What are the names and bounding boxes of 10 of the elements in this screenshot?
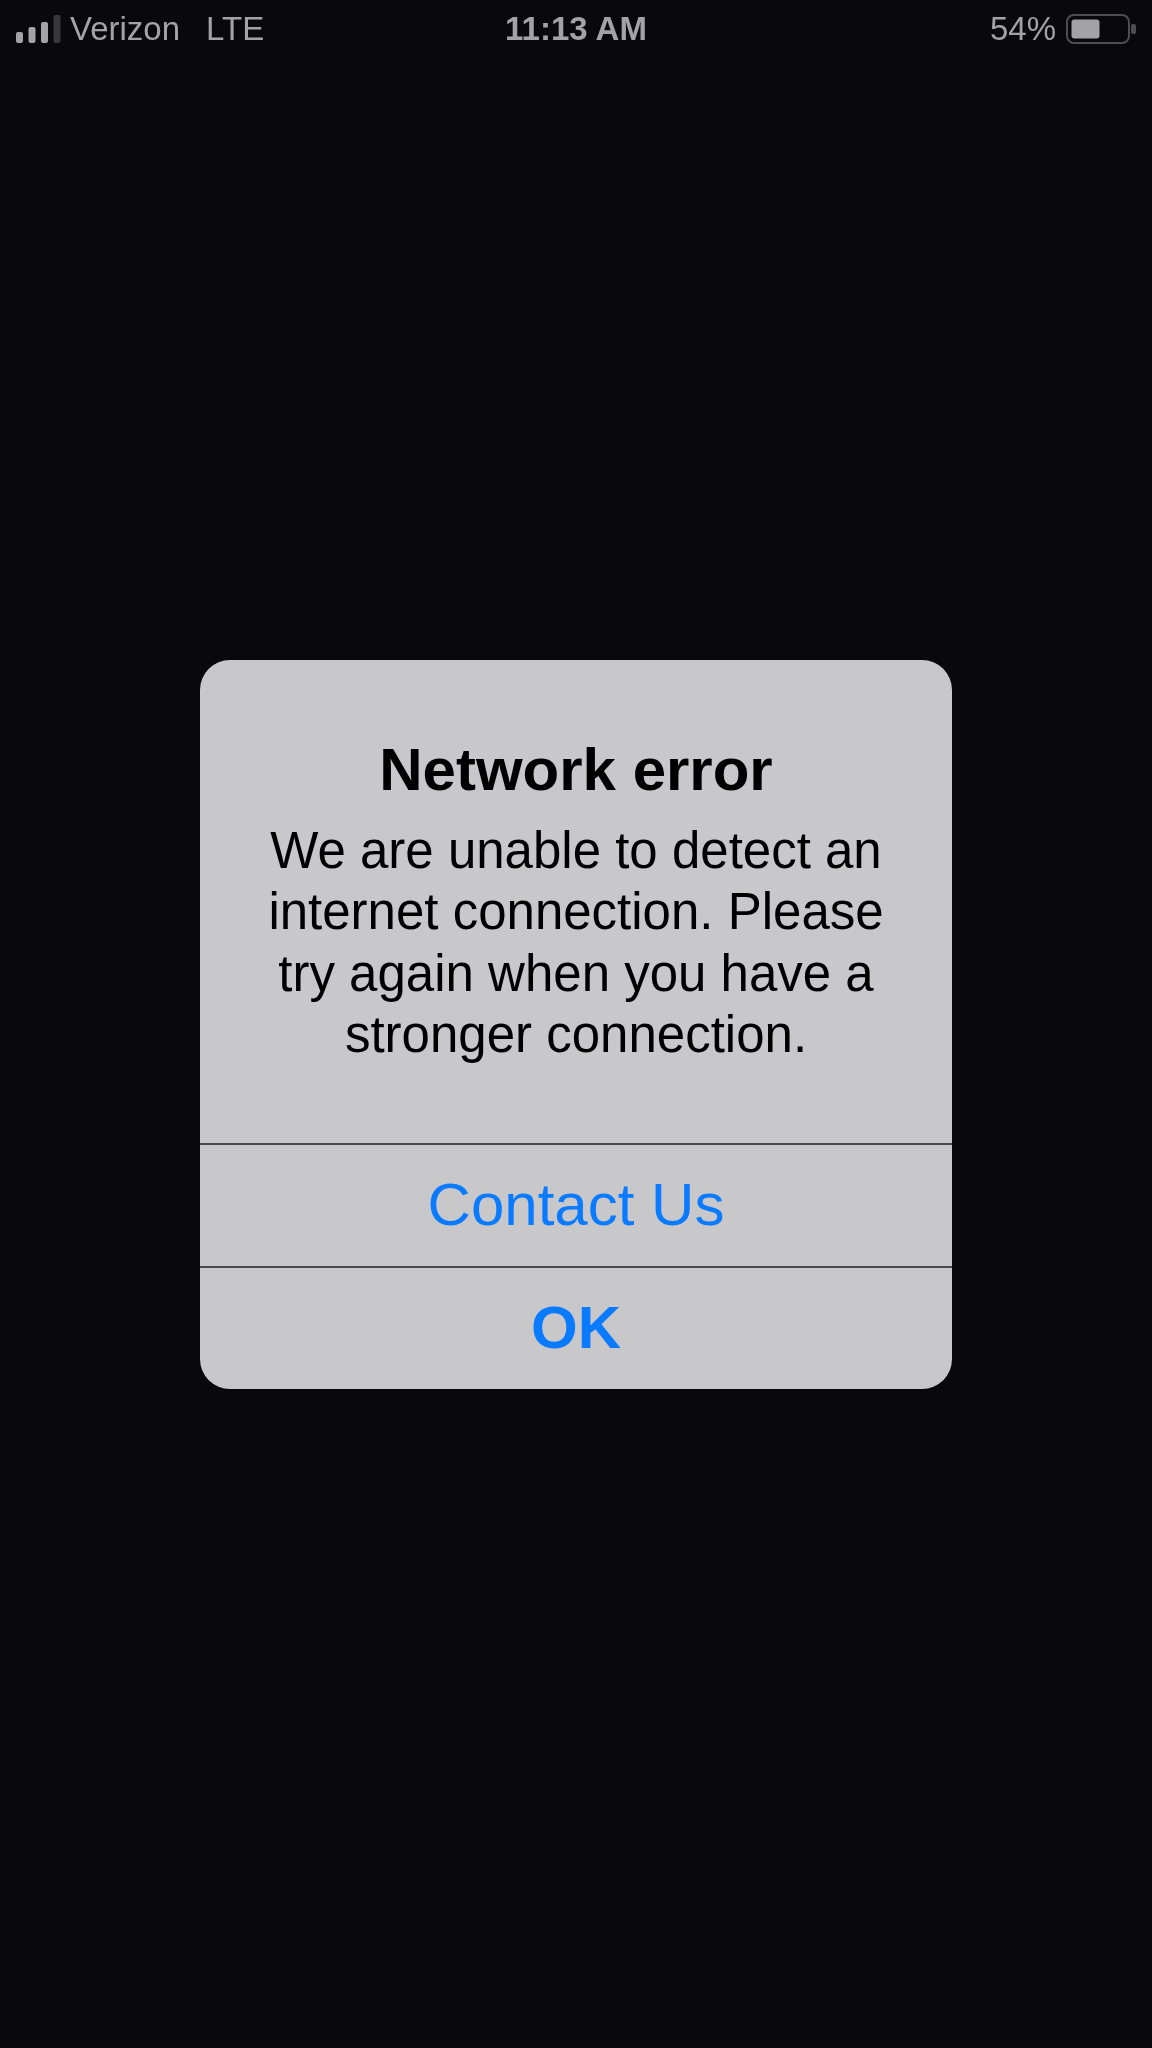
signal-icon (16, 15, 61, 43)
carrier-label: Verizon (70, 9, 181, 49)
battery-percent: 54% (989, 9, 1056, 49)
dialog-button[interactable]: OK (200, 1265, 952, 1389)
alert-title: Network error (379, 734, 773, 805)
network-type-label: LTE (206, 9, 265, 49)
battery-icon (1066, 14, 1136, 44)
dialog-button[interactable]: Contact Us (200, 1142, 952, 1266)
alert-message: We are unable to detect an internet connection. Please try again when you have a stronger connection. (267, 820, 885, 1065)
clock-time: 11:13 AM (505, 9, 647, 49)
